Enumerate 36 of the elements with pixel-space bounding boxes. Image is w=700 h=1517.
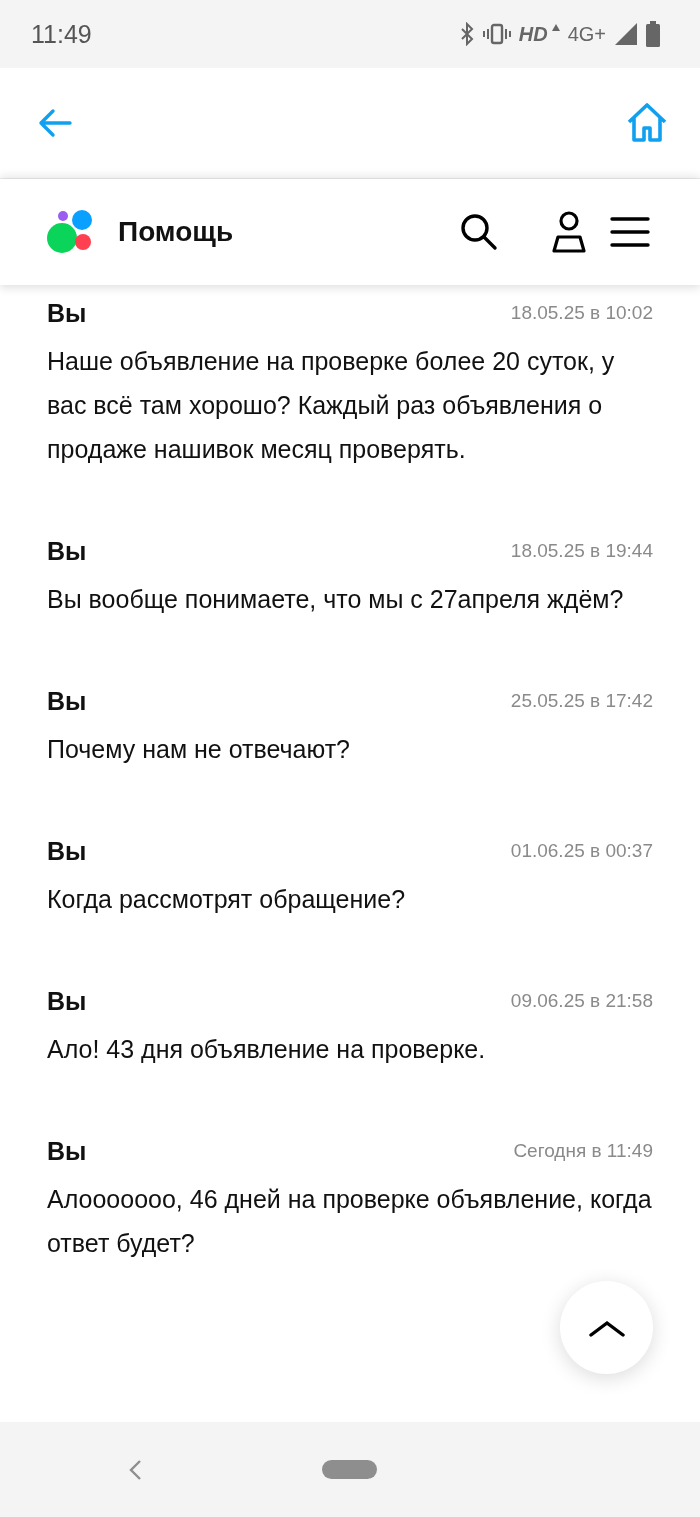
search-icon[interactable] xyxy=(460,213,498,251)
menu-icon[interactable] xyxy=(610,216,650,248)
vibrate-icon xyxy=(482,23,511,45)
message-text: Вы вообще понимаете, что мы с 27апреля ждём? xyxy=(47,584,625,615)
upload-arrow-icon xyxy=(551,23,560,31)
logo-icon xyxy=(46,210,94,254)
bluetooth-icon xyxy=(458,22,475,46)
battery-icon xyxy=(646,21,660,47)
status-time: 11:49 xyxy=(31,19,92,49)
message-time: 18.05.25 в 10:02 xyxy=(510,302,653,324)
chevron-up-icon xyxy=(588,1318,625,1337)
page-title: Помощь xyxy=(118,216,234,248)
message-time: Сегодня в 11:49 xyxy=(513,1140,653,1162)
message-author: Вы xyxy=(47,1136,87,1166)
nav-back-icon[interactable] xyxy=(128,1458,142,1481)
hd-label: HD xyxy=(518,22,548,46)
signal-icon xyxy=(614,22,638,46)
message-text: Почему нам не отвечают? xyxy=(47,734,352,765)
message-time: 25.05.25 в 17:42 xyxy=(510,690,653,712)
home-icon[interactable] xyxy=(626,102,668,144)
message-time: 01.06.25 в 00:37 xyxy=(510,840,653,862)
message-author: Вы xyxy=(47,686,87,716)
profile-icon[interactable] xyxy=(552,211,586,253)
back-arrow-icon[interactable] xyxy=(38,108,72,138)
message-text: Когда рассмотрят обращение? xyxy=(47,884,407,915)
message-time: 09.06.25 в 21:58 xyxy=(510,990,653,1012)
message-author: Вы xyxy=(47,986,87,1016)
message-author: Вы xyxy=(47,298,87,328)
message-text: Алооооооо, 46 дней на проверке объявление, когда ответ будет? xyxy=(47,1184,653,1259)
message-text: Наше объявление на проверке более 20 суток, у вас всё там хорошо? Каждый раз объявления о продаже нашивок месяц проверять. xyxy=(47,346,616,465)
home-pill[interactable] xyxy=(322,1460,377,1479)
message-time: 18.05.25 в 19:44 xyxy=(510,540,653,562)
message-author: Вы xyxy=(47,536,87,566)
message-text: Ало! 43 дня объявление на проверке. xyxy=(47,1034,487,1065)
message-author: Вы xyxy=(47,836,87,866)
network-label: 4G+ xyxy=(567,22,606,46)
